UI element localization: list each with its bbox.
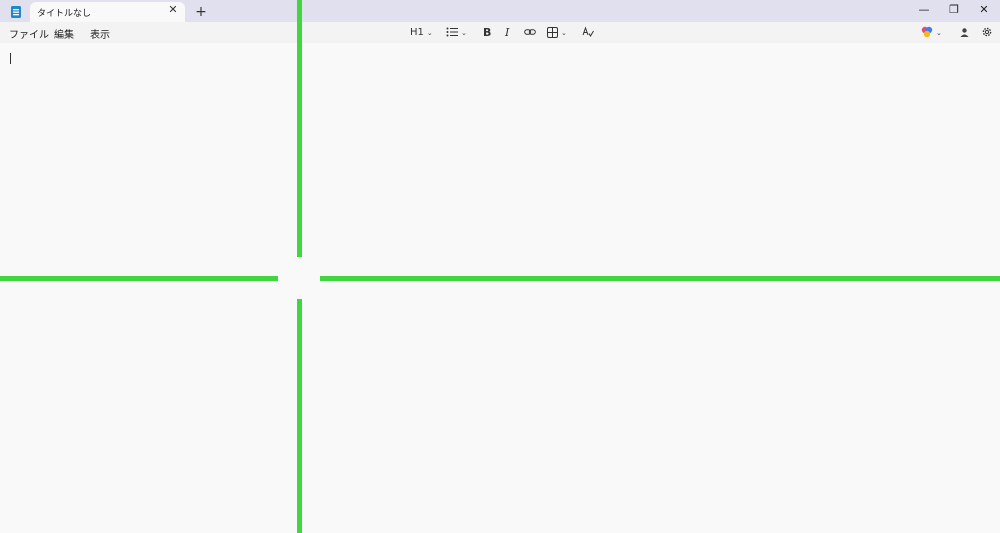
chevron-down-icon: ⌄ [561,29,567,37]
spellcheck-icon [582,26,594,37]
bold-button[interactable]: B [483,25,491,40]
gear-icon [982,27,992,37]
spellcheck-button[interactable] [582,25,594,40]
link-button[interactable] [524,25,536,40]
minimize-button[interactable]: — [913,2,935,18]
italic-button[interactable]: I [505,25,509,40]
heading-label: H1 [410,27,424,38]
title-bar: タイトルなし ✕ + — ❐ ✕ [0,0,1000,23]
chevron-down-icon: ⌄ [461,29,467,37]
copilot-icon [921,26,933,38]
link-icon [524,29,536,35]
list-icon [446,27,458,37]
menu-bar: ファイル 編集 表示 H1 ⌄ ⌄ B I ⌄ ⌄ [0,22,1000,43]
menu-view[interactable]: 表示 [90,26,110,41]
account-button[interactable] [959,25,970,40]
close-window-button[interactable]: ✕ [973,2,995,18]
crosshair-line-right [320,276,1000,281]
document-tab[interactable]: タイトルなし ✕ [30,2,185,23]
settings-button[interactable] [981,25,993,40]
list-dropdown[interactable]: ⌄ [446,25,467,40]
chevron-down-icon: ⌄ [426,29,433,37]
restore-button[interactable]: ❐ [943,2,965,18]
heading-dropdown[interactable]: H1 ⌄ [410,25,433,40]
table-icon [547,26,558,38]
notepad-icon [9,4,23,18]
new-tab-button[interactable]: + [193,4,209,20]
person-icon [960,27,969,37]
crosshair-line-left [0,276,278,281]
text-cursor [10,53,11,64]
crosshair-line-top [297,0,302,257]
text-editor[interactable] [0,43,1000,533]
close-tab-icon[interactable]: ✕ [166,3,180,17]
table-dropdown[interactable]: ⌄ [547,25,567,40]
crosshair-line-bottom [297,299,302,533]
menu-edit[interactable]: 編集 [54,26,74,41]
menu-file[interactable]: ファイル [9,26,49,41]
copilot-dropdown[interactable]: ⌄ [921,25,942,40]
chevron-down-icon: ⌄ [936,29,942,37]
tab-title: タイトルなし [37,9,92,19]
